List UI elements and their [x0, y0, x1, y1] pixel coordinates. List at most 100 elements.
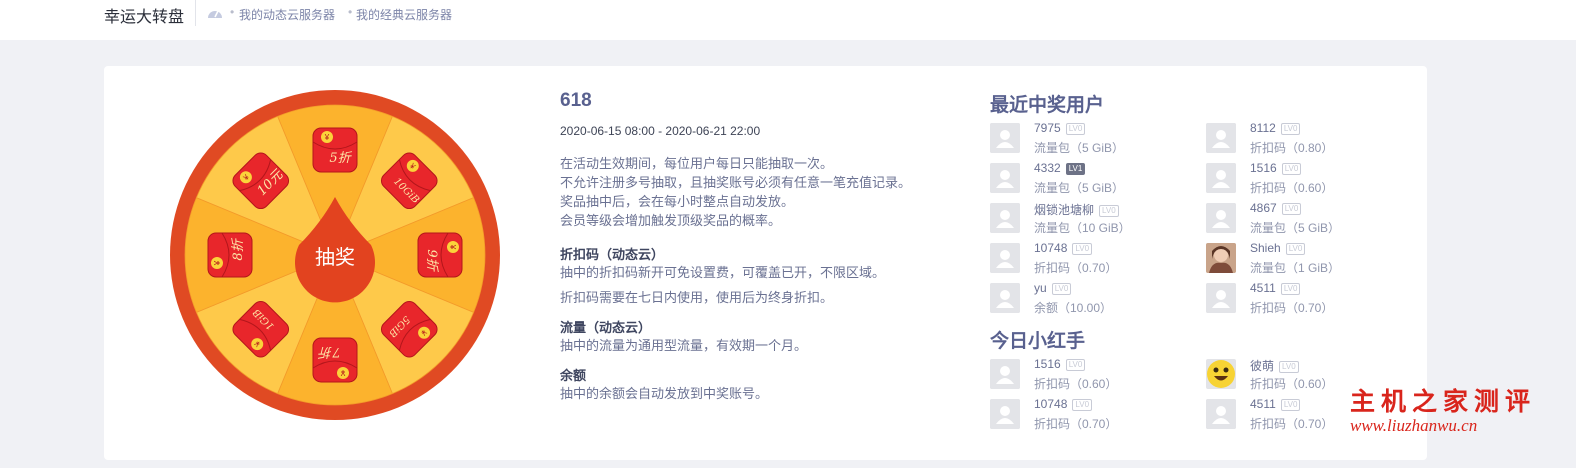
winner-entry: 烟锁池塘柳 LV0 流量包（10 GiB）: [990, 201, 1190, 235]
event-rules: 在活动生效期间，每位用户每日只能抽取一次。 不允许注册多号抽取，且抽奖账号必须有…: [560, 154, 960, 230]
winner-prize: 折扣码（0.60）: [1250, 377, 1334, 391]
winner-name: 1516 LV0: [1250, 161, 1302, 175]
winner-name-text: 彼萌: [1250, 359, 1275, 373]
avatar: [1206, 399, 1236, 429]
draw-button-label: 抽奖: [315, 245, 355, 269]
watermark-cn: 主机之家测评: [1350, 387, 1537, 416]
avatar: [990, 163, 1020, 193]
winner-entry: 1516 LV0 折扣码（0.60）: [990, 357, 1190, 391]
breadcrumb-dynamic-cloud[interactable]: 我的动态云服务器: [239, 6, 335, 23]
winner-name: 1516 LV0: [1034, 357, 1086, 371]
winner-name: 10748 LV0: [1034, 397, 1093, 411]
winner-prize: 流量包（1 GiB）: [1250, 261, 1341, 275]
breadcrumb-separator: •: [348, 5, 353, 19]
event-title: 618: [560, 90, 592, 111]
winner-name: 8112 LV0: [1250, 121, 1301, 135]
winner-prize: 流量包（10 GiB）: [1034, 221, 1131, 235]
level-badge: LV0: [1072, 399, 1093, 411]
traffic-desc: 抽中的流量为通用型流量，有效期一个月。: [560, 338, 808, 353]
winner-name-text: 4511: [1250, 281, 1276, 295]
winner-prize: 折扣码（0.70）: [1250, 301, 1334, 315]
winner-name-text: 4332: [1034, 161, 1061, 175]
watermark: 主机之家测评 www.liuzhanwu.cn: [1350, 382, 1550, 436]
prize-label: 7折: [317, 344, 340, 359]
prize-wheel[interactable]: ¥5折 ¥10GiB ¥9折 ¥5GiB ¥7折 ¥1GiB ¥8折 ¥10元 抽奖: [170, 90, 500, 420]
winner-name-text: 1516: [1034, 357, 1061, 371]
winner-entry: 7975 LV0 流量包（5 GiB）: [990, 121, 1190, 155]
level-badge: LV0: [1099, 205, 1119, 217]
winner-entry: 1516 LV0 折扣码（0.60）: [1206, 161, 1406, 195]
winner-name: 彼萌 LV0: [1250, 357, 1299, 374]
winner-prize: 流量包（5 GiB）: [1034, 141, 1125, 155]
avatar: [990, 203, 1020, 233]
level-badge: LV0: [1281, 163, 1302, 175]
level-badge: LV0: [1281, 203, 1302, 215]
winner-name-text: 1516: [1250, 161, 1277, 175]
today-winners-title: 今日小红手: [990, 331, 1086, 352]
winner-prize: 折扣码（0.80）: [1250, 141, 1334, 155]
level-badge: LV0: [1280, 399, 1301, 411]
discount-desc: 抽中的折扣码新开可免设置费，可覆盖已开，不限区域。: [560, 265, 886, 280]
winner-entry: yu LV0 余额（10.00）: [990, 281, 1190, 315]
winner-name-text: 烟锁池塘柳: [1034, 203, 1095, 217]
winner-entry: 8112 LV0 折扣码（0.80）: [1206, 121, 1406, 155]
winner-name-text: 7975: [1034, 121, 1061, 135]
winner-prize: 流量包（5 GiB）: [1034, 181, 1125, 195]
title-divider: [195, 0, 196, 26]
prize-envelope: ¥9折: [417, 232, 463, 278]
level-badge: LV0: [1280, 283, 1301, 295]
winner-prize: 余额（10.00）: [1034, 301, 1113, 315]
avatar: [990, 243, 1020, 273]
avatar: [1206, 123, 1236, 153]
avatar: [1206, 243, 1236, 273]
svg-text:¥: ¥: [448, 244, 457, 250]
breadcrumb-separator: •: [230, 5, 235, 19]
event-info: 618 2020-06-15 08:00 - 2020-06-21 22:00 …: [560, 90, 960, 403]
avatar: [990, 123, 1020, 153]
level-badge: LV0: [1280, 123, 1301, 135]
level-badge: LV0: [1065, 359, 1086, 371]
rule-line: 会员等级会增加触发顶级奖品的概率。: [560, 213, 782, 228]
avatar: [1206, 163, 1236, 193]
page-title: 幸运大转盘: [104, 9, 185, 26]
svg-text:¥: ¥: [213, 260, 222, 266]
avatar: [990, 359, 1020, 389]
watermark-url: www.liuzhanwu.cn: [1350, 416, 1478, 435]
avatar: [1206, 283, 1236, 313]
winner-name-text: yu: [1034, 281, 1047, 295]
svg-text:¥: ¥: [340, 368, 346, 377]
rule-line: 在活动生效期间，每位用户每日只能抽取一次。: [560, 156, 834, 171]
winner-prize: 折扣码（0.70）: [1250, 417, 1334, 431]
event-date-range: 2020-06-15 08:00 - 2020-06-21 22:00: [560, 124, 761, 138]
winner-name-text: 4867: [1250, 201, 1277, 215]
level-badge: LV0: [1051, 283, 1072, 295]
winner-entry: 4511 LV0 折扣码（0.70）: [1206, 281, 1406, 315]
winner-entry: Shieh LV0 流量包（1 GiB）: [1206, 241, 1406, 275]
winner-name: 10748 LV0: [1034, 241, 1093, 255]
winner-name-text: 4511: [1250, 397, 1276, 411]
avatar: [1206, 203, 1236, 233]
winner-prize: 折扣码（0.70）: [1034, 261, 1118, 275]
prize-envelope: ¥8折: [207, 232, 253, 278]
discount-heading: 折扣码（动态云）: [560, 247, 665, 262]
level-badge: LV0: [1065, 123, 1086, 135]
prize-envelope: ¥5折: [312, 127, 358, 173]
dashboard-icon[interactable]: [207, 6, 223, 19]
winner-name-text: 10748: [1034, 397, 1068, 411]
prize-envelope: ¥7折: [312, 337, 358, 383]
svg-text:¥: ¥: [324, 133, 330, 142]
recent-winners-title: 最近中奖用户: [990, 95, 1105, 116]
breadcrumb-classic-cloud[interactable]: 我的经典云服务器: [356, 6, 452, 23]
winner-name: 4332 LV1: [1034, 161, 1086, 175]
winner-name: 4511 LV0: [1250, 397, 1301, 411]
winner-name-text: 10748: [1034, 241, 1068, 255]
winner-name: Shieh LV0: [1250, 241, 1306, 255]
winner-name: 4867 LV0: [1250, 201, 1302, 215]
traffic-heading: 流量（动态云）: [560, 320, 652, 335]
winner-entry: 4332 LV1 流量包（5 GiB）: [990, 161, 1190, 195]
discount-desc-2: 折扣码需要在七日内使用，使用后为终身折扣。: [560, 290, 834, 305]
level-badge: LV0: [1279, 361, 1299, 373]
avatar: [990, 283, 1020, 313]
prize-label: 9折: [424, 249, 439, 272]
winner-name: 4511 LV0: [1250, 281, 1301, 295]
